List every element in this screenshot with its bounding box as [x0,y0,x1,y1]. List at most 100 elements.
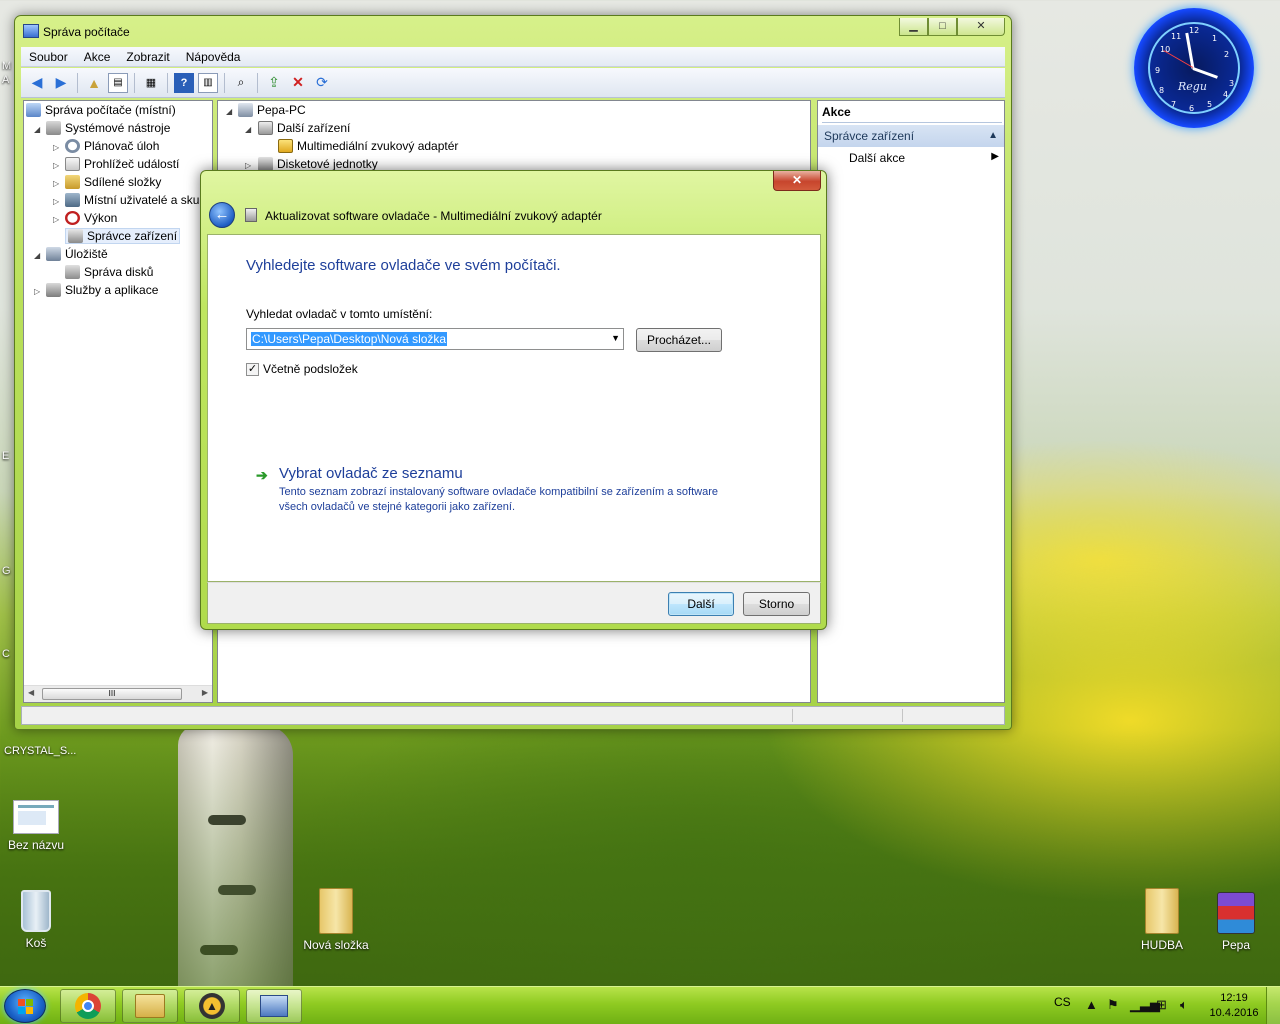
back-arrow-icon[interactable]: ◀ [27,73,47,93]
include-subfolders-checkbox[interactable]: ✓ [246,363,259,376]
tree-item-system-tools[interactable]: Systémové nástroje [46,119,170,137]
menu-file[interactable]: Soubor [21,50,76,64]
uninstall-device-icon[interactable]: ✕ [288,73,308,93]
taskbar-chrome[interactable] [60,989,116,1023]
taskbar-computer-management[interactable] [246,989,302,1023]
minimize-button[interactable]: ▁ [899,18,928,36]
expand-arrow-icon[interactable]: ▷ [53,197,59,206]
taskbar-explorer[interactable] [122,989,178,1023]
tree-item-device-manager[interactable]: Správce zařízení [65,227,181,245]
scroll-right-arrow-icon[interactable]: ▶ [202,688,208,697]
scrollbar-thumb[interactable]: III [42,688,182,700]
maximize-button[interactable]: □ [928,18,957,36]
navigation-tree[interactable]: Správa počítače (místní) ◢ Systémové nás… [23,100,213,703]
actions-section-device-manager[interactable]: Správce zařízení ▲ [818,125,1004,147]
status-bar [21,706,1005,725]
tree-item-local-users[interactable]: Místní uživatelé a skup [65,191,206,209]
next-button[interactable]: Další [668,592,734,616]
desktop-icon-label: Koš [25,936,47,950]
cancel-button[interactable]: Storno [743,592,810,616]
desktop-icon-hudba[interactable]: HUDBA [1122,888,1202,952]
tree-item-storage[interactable]: Úložiště [46,245,108,263]
tray-date: 10.4.2016 [1209,1007,1259,1019]
show-hide-action-pane-icon[interactable]: ▥ [198,72,218,93]
device-tree-other-devices[interactable]: Další zařízení [258,119,350,137]
start-button[interactable] [4,989,46,1023]
expand-arrow-icon[interactable]: ▷ [245,161,251,170]
device-tree-label: Disketové jednotky [277,157,378,171]
language-indicator[interactable]: CS [1054,995,1071,1009]
collapse-arrow-icon[interactable]: ◢ [245,125,251,134]
close-button[interactable]: ✕ [957,18,1005,36]
menu-action[interactable]: Akce [76,50,119,64]
tree-horizontal-scrollbar[interactable]: ◀ III ▶ [24,685,212,702]
collapse-up-icon[interactable]: ▲ [988,125,998,147]
update-driver-icon[interactable]: ⇪ [264,73,284,93]
computer-management-icon [23,24,39,38]
expand-arrow-icon[interactable]: ▷ [34,287,40,296]
desktop-icon-pepa[interactable]: Pepa [1196,892,1276,952]
pick-driver-description: Tento seznam zobrazí instalovaný softwar… [279,486,718,513]
collapse-arrow-icon[interactable]: ◢ [226,107,232,116]
help-icon[interactable]: ? [174,72,194,93]
windows-logo-icon [18,999,34,1015]
show-desktop-button[interactable] [1266,987,1280,1024]
taskbar: ▲ CS ▲ ⚑ ▁▃▅ ⊞ 🔈︎ 12:19 10.4.2016 [0,986,1280,1024]
expand-arrow-icon[interactable]: ▷ [53,179,59,188]
expand-arrow-icon[interactable]: ▷ [53,215,59,224]
update-driver-dialog[interactable]: ✕ ← Aktualizovat software ovladače - Mul… [200,170,827,630]
tree-item-performance[interactable]: Výkon [65,209,117,227]
clock-area[interactable]: 12:19 10.4.2016 [1208,991,1260,1021]
action-more-actions[interactable]: Další akce ▶ [849,151,999,165]
tree-item-event-viewer[interactable]: Prohlížeč událostí [65,155,179,173]
tree-item-shared-folders[interactable]: Sdílené složky [65,173,161,191]
taskbar-aimp[interactable]: ▲ [184,989,240,1023]
tree-item-root[interactable]: Správa počítače (místní) [26,101,176,119]
dialog-close-button[interactable]: ✕ [773,171,821,191]
up-folder-icon[interactable]: ▲ [84,73,104,93]
windows-update-icon[interactable]: ⊞ [1156,997,1167,1013]
action-center-flag-icon[interactable]: ⚑ [1107,997,1119,1013]
desktop-edge-label: A [2,74,10,86]
tree-item-task-scheduler[interactable]: Plánovač úloh [65,137,159,155]
expand-arrow-icon[interactable]: ▷ [53,143,59,152]
search-location-combobox[interactable]: C:\Users\Pepa\Desktop\Nová složka ▼ [246,328,624,350]
enable-device-icon[interactable]: ⟳ [312,73,332,93]
menu-view[interactable]: Zobrazit [118,50,177,64]
search-location-value[interactable]: C:\Users\Pepa\Desktop\Nová složka [251,332,448,346]
menu-help[interactable]: Nápověda [178,50,249,64]
expand-arrow-icon[interactable]: ▷ [53,161,59,170]
properties-icon[interactable]: ▦ [141,73,161,93]
desktop-icon-bez-nazvu[interactable]: Bez názvu [0,800,76,852]
status-bar-divider [792,709,793,722]
volume-icon[interactable]: 🔈︎ [1180,997,1188,1013]
desktop-crystal-label[interactable]: CRYSTAL_S... [4,745,76,757]
clock-numeral: 1 [1212,34,1218,43]
desktop-icon-nova-slozka[interactable]: Nová složka [296,888,376,952]
search-location-label: Vyhledat ovladač v tomto umístění: [246,307,433,321]
device-tree-audio-adapter[interactable]: Multimediální zvukový adaptér [278,137,458,155]
include-subfolders-label[interactable]: Včetně podsložek [263,362,358,376]
desktop-icon-recycle-bin[interactable]: Koš [0,890,76,950]
clock-gadget[interactable]: 12 1 2 3 4 5 6 7 8 9 10 11 Regu [1134,8,1254,128]
tree-item-disk-management[interactable]: Správa disků [65,263,153,281]
scroll-left-arrow-icon[interactable]: ◀ [28,688,34,697]
browse-button[interactable]: Procházet... [636,328,722,352]
show-hide-tree-icon[interactable]: ▤ [108,72,128,93]
device-tree-computer[interactable]: Pepa-PC [238,101,306,119]
dropdown-arrow-icon[interactable]: ▼ [611,333,620,343]
device-icon [245,208,257,222]
scan-hardware-icon[interactable]: ⌕ [231,73,251,93]
toolbar: ◀ ▶ ▲ ▤ ▦ ? ▥ ⌕ ⇪ ✕ ⟳ [21,68,1005,98]
green-arrow-icon: ➔ [256,467,268,483]
forward-arrow-icon[interactable]: ▶ [51,73,71,93]
dialog-heading: Vyhledejte software ovladače ve svém poč… [246,257,561,274]
collapse-arrow-icon[interactable]: ◢ [34,125,40,134]
clock-numeral: 11 [1171,32,1182,41]
pick-driver-link[interactable]: Vybrat ovladač ze seznamu [279,465,463,482]
show-hidden-icons-icon[interactable]: ▲ [1085,997,1098,1012]
clock-numeral: 12 [1189,26,1200,35]
collapse-arrow-icon[interactable]: ◢ [34,251,40,260]
tree-item-services[interactable]: Služby a aplikace [46,281,158,299]
back-button[interactable]: ← [209,202,235,228]
